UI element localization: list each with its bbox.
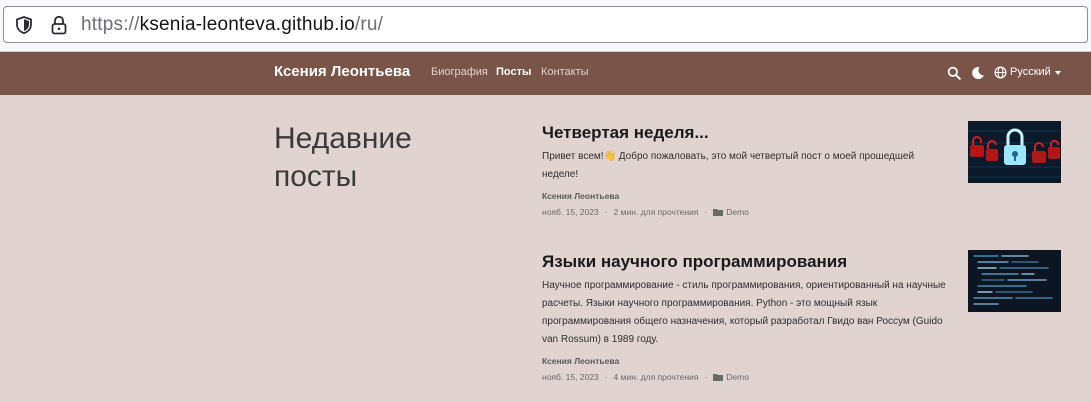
post-thumbnail-code-screen-image[interactable]	[968, 250, 1061, 312]
post-author: Ксения Леонтьева	[542, 356, 620, 366]
post-read-time: 4 мин. для прочтения	[613, 372, 699, 382]
post-card: Четвертая неделя... Привет всем!👋 Добро …	[542, 122, 952, 218]
post-summary: Научное программирование - стиль програм…	[542, 280, 946, 345]
nav-link-biography[interactable]: Биография	[431, 66, 488, 78]
meta-separator: ·	[704, 372, 708, 382]
globe-icon	[994, 66, 1007, 79]
shield-icon[interactable]	[14, 15, 34, 35]
address-bar[interactable]: https://ksenia-leonteva.github.io/ru/	[3, 6, 1088, 43]
browser-toolbar: https://ksenia-leonteva.github.io/ru/	[0, 0, 1091, 52]
post-card: Языки научного программирования Научное …	[542, 251, 952, 383]
post-category-link[interactable]: Demo	[726, 372, 749, 382]
nav-link-posts[interactable]: Посты	[496, 66, 531, 78]
url-path: /ru/	[354, 14, 384, 35]
site-brand-link[interactable]: Ксения Леонтьева	[274, 63, 410, 80]
post-date: нояб. 15, 2023	[542, 372, 599, 382]
meta-separator: ·	[604, 372, 608, 382]
post-thumbnail-locks-image[interactable]	[968, 121, 1061, 183]
folder-icon	[713, 209, 724, 216]
post-meta: нояб. 15, 2023 · 4 мин. для прочтения · Demo	[542, 371, 952, 383]
url-protocol: https://	[81, 14, 140, 35]
section-title: Недавние посты	[274, 122, 412, 193]
dark-mode-moon-icon[interactable]	[971, 66, 985, 80]
nav-link-contacts[interactable]: Контакты	[541, 66, 589, 78]
chevron-down-icon[interactable]	[1055, 71, 1061, 75]
language-selector[interactable]: Русский	[1010, 66, 1051, 78]
search-icon[interactable]	[947, 66, 961, 80]
post-category-link[interactable]: Demo	[726, 207, 749, 217]
meta-separator: ·	[704, 207, 708, 217]
post-meta: нояб. 15, 2023 · 2 мин. для прочтения · Demo	[542, 206, 952, 218]
post-date: нояб. 15, 2023	[542, 207, 599, 217]
post-title-link[interactable]: Четвертая неделя...	[542, 123, 709, 142]
url-text[interactable]: https://ksenia-leonteva.github.io/ru/	[81, 13, 383, 37]
post-read-time: 2 мин. для прочтения	[613, 207, 699, 217]
post-summary: Привет всем!👋 Добро пожаловать, это мой …	[542, 151, 915, 180]
site-navbar: Ксения Леонтьева Биография Посты Контакт…	[0, 52, 1091, 95]
post-title-link[interactable]: Языки научного программирования	[542, 252, 847, 271]
lock-icon[interactable]	[49, 14, 69, 36]
post-author: Ксения Леонтьева	[542, 191, 620, 201]
meta-separator: ·	[604, 207, 608, 217]
url-host: ksenia-leonteva.github.io	[139, 14, 355, 35]
folder-icon	[713, 374, 724, 381]
